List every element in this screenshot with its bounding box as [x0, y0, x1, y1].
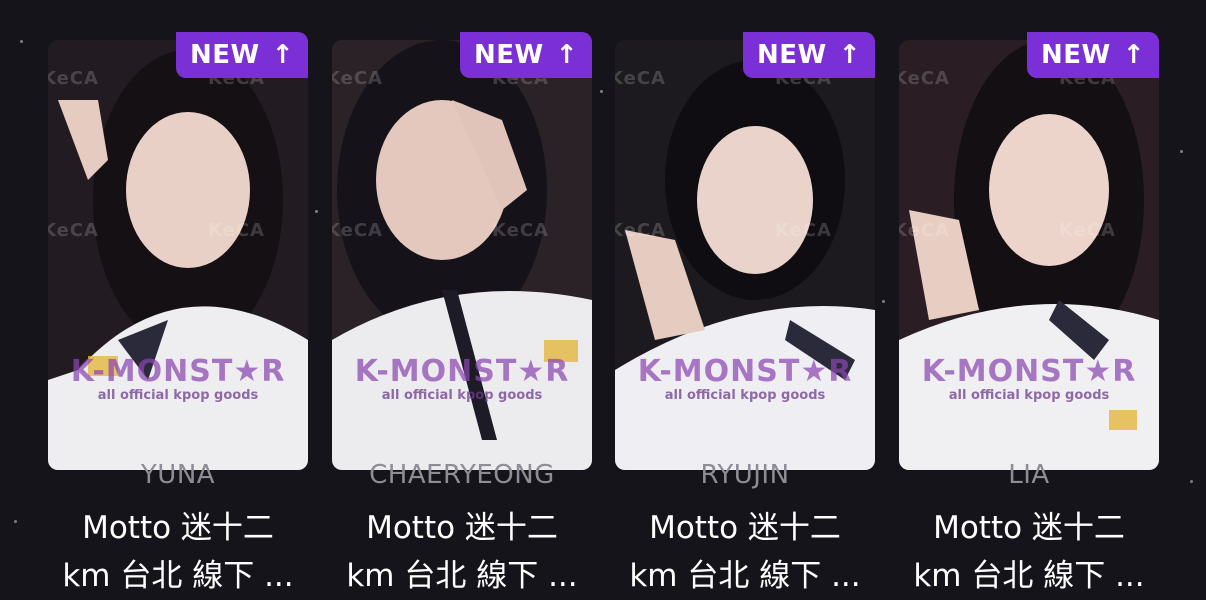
photocard-title-line: km 台北 線下 ... — [62, 558, 294, 594]
keca-watermark: KeCA — [615, 68, 666, 89]
brand-watermark-name: K-MONST★R — [70, 354, 286, 389]
new-badge: NEW ↑ — [460, 32, 592, 78]
keca-watermark: KeCA — [332, 68, 383, 89]
brand-watermark: K-MONST★R all official kpop goods — [635, 356, 855, 404]
keca-watermark: KeCA — [208, 220, 265, 241]
new-badge: NEW ↑ — [1027, 32, 1159, 78]
member-name: CHAERYEONG — [369, 460, 555, 490]
brand-watermark-name: K-MONST★R — [637, 354, 853, 389]
member-name: YUNA — [140, 460, 216, 490]
photocard-image[interactable]: KeCA KeCA KeCA KeCA K-MONST★R all offici… — [48, 40, 308, 470]
brand-watermark-tagline: all official kpop goods — [381, 388, 543, 403]
brand-watermark: K-MONST★R all official kpop goods — [919, 356, 1139, 404]
brand-watermark-name: K-MONST★R — [921, 354, 1137, 389]
new-badge-label: NEW — [190, 40, 260, 70]
photocard-item[interactable]: KeCA KeCA KeCA KeCA K-MONST★R all offici… — [899, 32, 1159, 594]
arrow-up-icon: ↑ — [838, 40, 861, 70]
keca-watermark: KeCA — [48, 220, 99, 241]
photocard-grid: KeCA KeCA KeCA KeCA K-MONST★R all offici… — [0, 0, 1206, 600]
keca-watermark: KeCA — [492, 220, 549, 241]
new-badge: NEW ↑ — [176, 32, 308, 78]
new-badge-label: NEW — [757, 40, 827, 70]
photocard-title-line: km 台北 線下 ... — [913, 558, 1145, 594]
brand-watermark-tagline: all official kpop goods — [948, 388, 1110, 403]
new-badge-label: NEW — [474, 40, 544, 70]
new-badge: NEW ↑ — [743, 32, 875, 78]
sparkle-decoration — [1190, 480, 1193, 483]
sparkle-decoration — [882, 300, 885, 303]
arrow-up-icon: ↑ — [271, 40, 294, 70]
photocard-title[interactable]: Motto 迷十二 km 台北 線下 ... — [891, 504, 1167, 600]
sparkle-decoration — [20, 40, 23, 43]
photocard-title-line: km 台北 線下 ... — [346, 558, 578, 594]
brand-watermark: K-MONST★R all official kpop goods — [352, 356, 572, 404]
keca-watermark: KeCA — [775, 220, 832, 241]
photocard-title-line: Motto 迷十二 — [82, 510, 274, 546]
photocard-title[interactable]: Motto 迷十二 km 台北 線下 ... — [324, 504, 600, 600]
member-name: LIA — [1008, 460, 1050, 490]
keca-watermark: KeCA — [615, 220, 666, 241]
arrow-up-icon: ↑ — [1122, 40, 1145, 70]
keca-watermark: KeCA — [899, 68, 950, 89]
photocard-image[interactable]: KeCA KeCA KeCA KeCA K-MONST★R all offici… — [899, 40, 1159, 470]
photocard-item[interactable]: KeCA KeCA KeCA KeCA K-MONST★R all offici… — [332, 32, 592, 594]
photocard-title[interactable]: Motto 迷十二 km 台北 線下 ... — [40, 504, 316, 600]
brand-watermark: K-MONST★R all official kpop goods — [68, 356, 288, 404]
new-badge-label: NEW — [1041, 40, 1111, 70]
photocard-image[interactable]: KeCA KeCA KeCA KeCA K-MONST★R all offici… — [332, 40, 592, 470]
brand-watermark-tagline: all official kpop goods — [664, 388, 826, 403]
keca-watermark: KeCA — [899, 220, 950, 241]
photocard-title[interactable]: Motto 迷十二 km 台北 線下 ... — [607, 504, 883, 600]
brand-watermark-tagline: all official kpop goods — [97, 388, 259, 403]
photocard-title-line: Motto 迷十二 — [933, 510, 1125, 546]
keca-watermark: KeCA — [48, 68, 99, 89]
photocard-item[interactable]: KeCA KeCA KeCA KeCA K-MONST★R all offici… — [48, 32, 308, 594]
keca-watermark: KeCA — [332, 220, 383, 241]
photocard-title-line: Motto 迷十二 — [366, 510, 558, 546]
member-name: RYUJIN — [700, 460, 790, 490]
brand-watermark-name: K-MONST★R — [354, 354, 570, 389]
sparkle-decoration — [14, 520, 17, 523]
photocard-title-line: km 台北 線下 ... — [629, 558, 861, 594]
sparkle-decoration — [600, 90, 603, 93]
photocard-item[interactable]: KeCA KeCA KeCA KeCA K-MONST★R all offici… — [615, 32, 875, 594]
keca-watermark: KeCA — [1059, 220, 1116, 241]
sparkle-decoration — [315, 210, 318, 213]
sparkle-decoration — [1180, 150, 1183, 153]
photocard-image[interactable]: KeCA KeCA KeCA KeCA K-MONST★R all offici… — [615, 40, 875, 470]
photocard-title-line: Motto 迷十二 — [649, 510, 841, 546]
arrow-up-icon: ↑ — [555, 40, 578, 70]
